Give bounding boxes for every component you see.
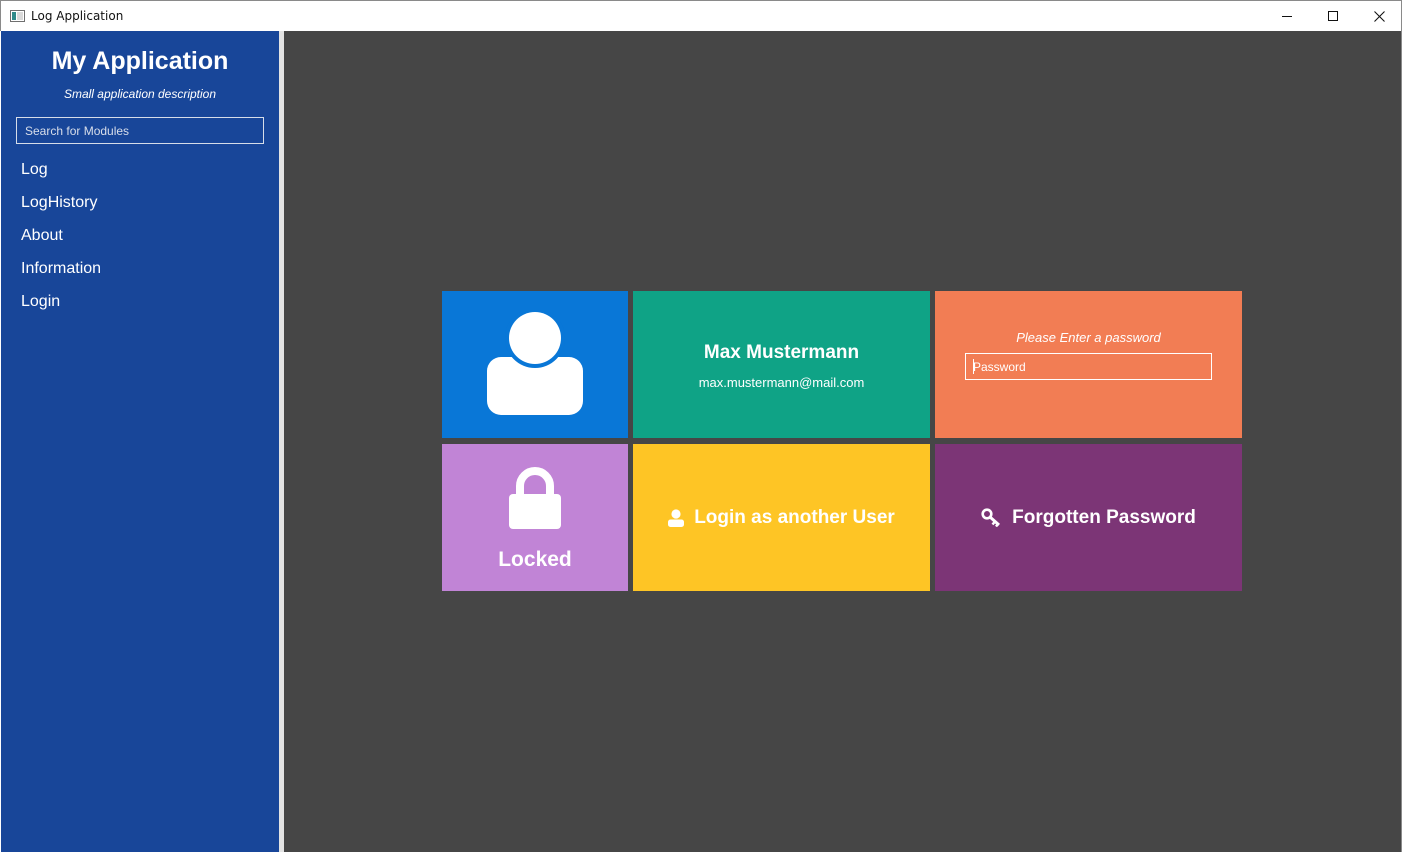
- app-description: Small application description: [63, 87, 217, 101]
- forgotten-password-button[interactable]: Forgotten Password: [935, 444, 1242, 591]
- password-prompt: Please Enter a password: [1016, 330, 1161, 345]
- avatar-tile: [442, 291, 628, 438]
- password-input[interactable]: [965, 353, 1212, 380]
- user-avatar-icon: [487, 311, 583, 415]
- key-icon: [981, 508, 1001, 527]
- login-another-user-label: Login as another User: [694, 506, 895, 528]
- main-content: Max Mustermann max.mustermann@mail.com P…: [284, 31, 1401, 852]
- forgotten-password-label: Forgotten Password: [1012, 506, 1196, 528]
- maximize-button[interactable]: [1310, 1, 1356, 31]
- maximize-icon: [1328, 11, 1338, 21]
- password-tile: Please Enter a password: [935, 291, 1242, 438]
- window-title: Log Application: [31, 9, 124, 23]
- sidebar-item-information[interactable]: Information: [21, 260, 101, 278]
- locked-label: Locked: [498, 548, 572, 571]
- sidebar-item-about[interactable]: About: [21, 227, 63, 245]
- text-caret: [973, 359, 974, 374]
- minimize-icon: [1282, 15, 1292, 17]
- sidebar-item-login[interactable]: Login: [21, 293, 60, 311]
- user-info-tile: Max Mustermann max.mustermann@mail.com: [633, 291, 930, 438]
- user-icon: [668, 508, 685, 527]
- user-email: max.mustermann@mail.com: [698, 375, 865, 390]
- login-another-user-button[interactable]: Login as another User: [633, 444, 930, 591]
- user-name: Max Mustermann: [703, 342, 860, 363]
- module-search-input[interactable]: [16, 117, 264, 144]
- app-title: My Application: [51, 47, 229, 75]
- sidebar: My Application Small application descrip…: [1, 31, 279, 852]
- minimize-button[interactable]: [1264, 1, 1310, 31]
- sidebar-item-log[interactable]: Log: [21, 161, 48, 179]
- lock-icon: [509, 467, 561, 529]
- window-titlebar[interactable]: Log Application: [0, 0, 1402, 31]
- sidebar-item-loghistory[interactable]: LogHistory: [21, 194, 97, 212]
- locked-tile: Locked: [442, 444, 628, 591]
- close-icon: [1373, 10, 1385, 22]
- app-icon: [10, 10, 25, 22]
- close-button[interactable]: [1356, 1, 1402, 31]
